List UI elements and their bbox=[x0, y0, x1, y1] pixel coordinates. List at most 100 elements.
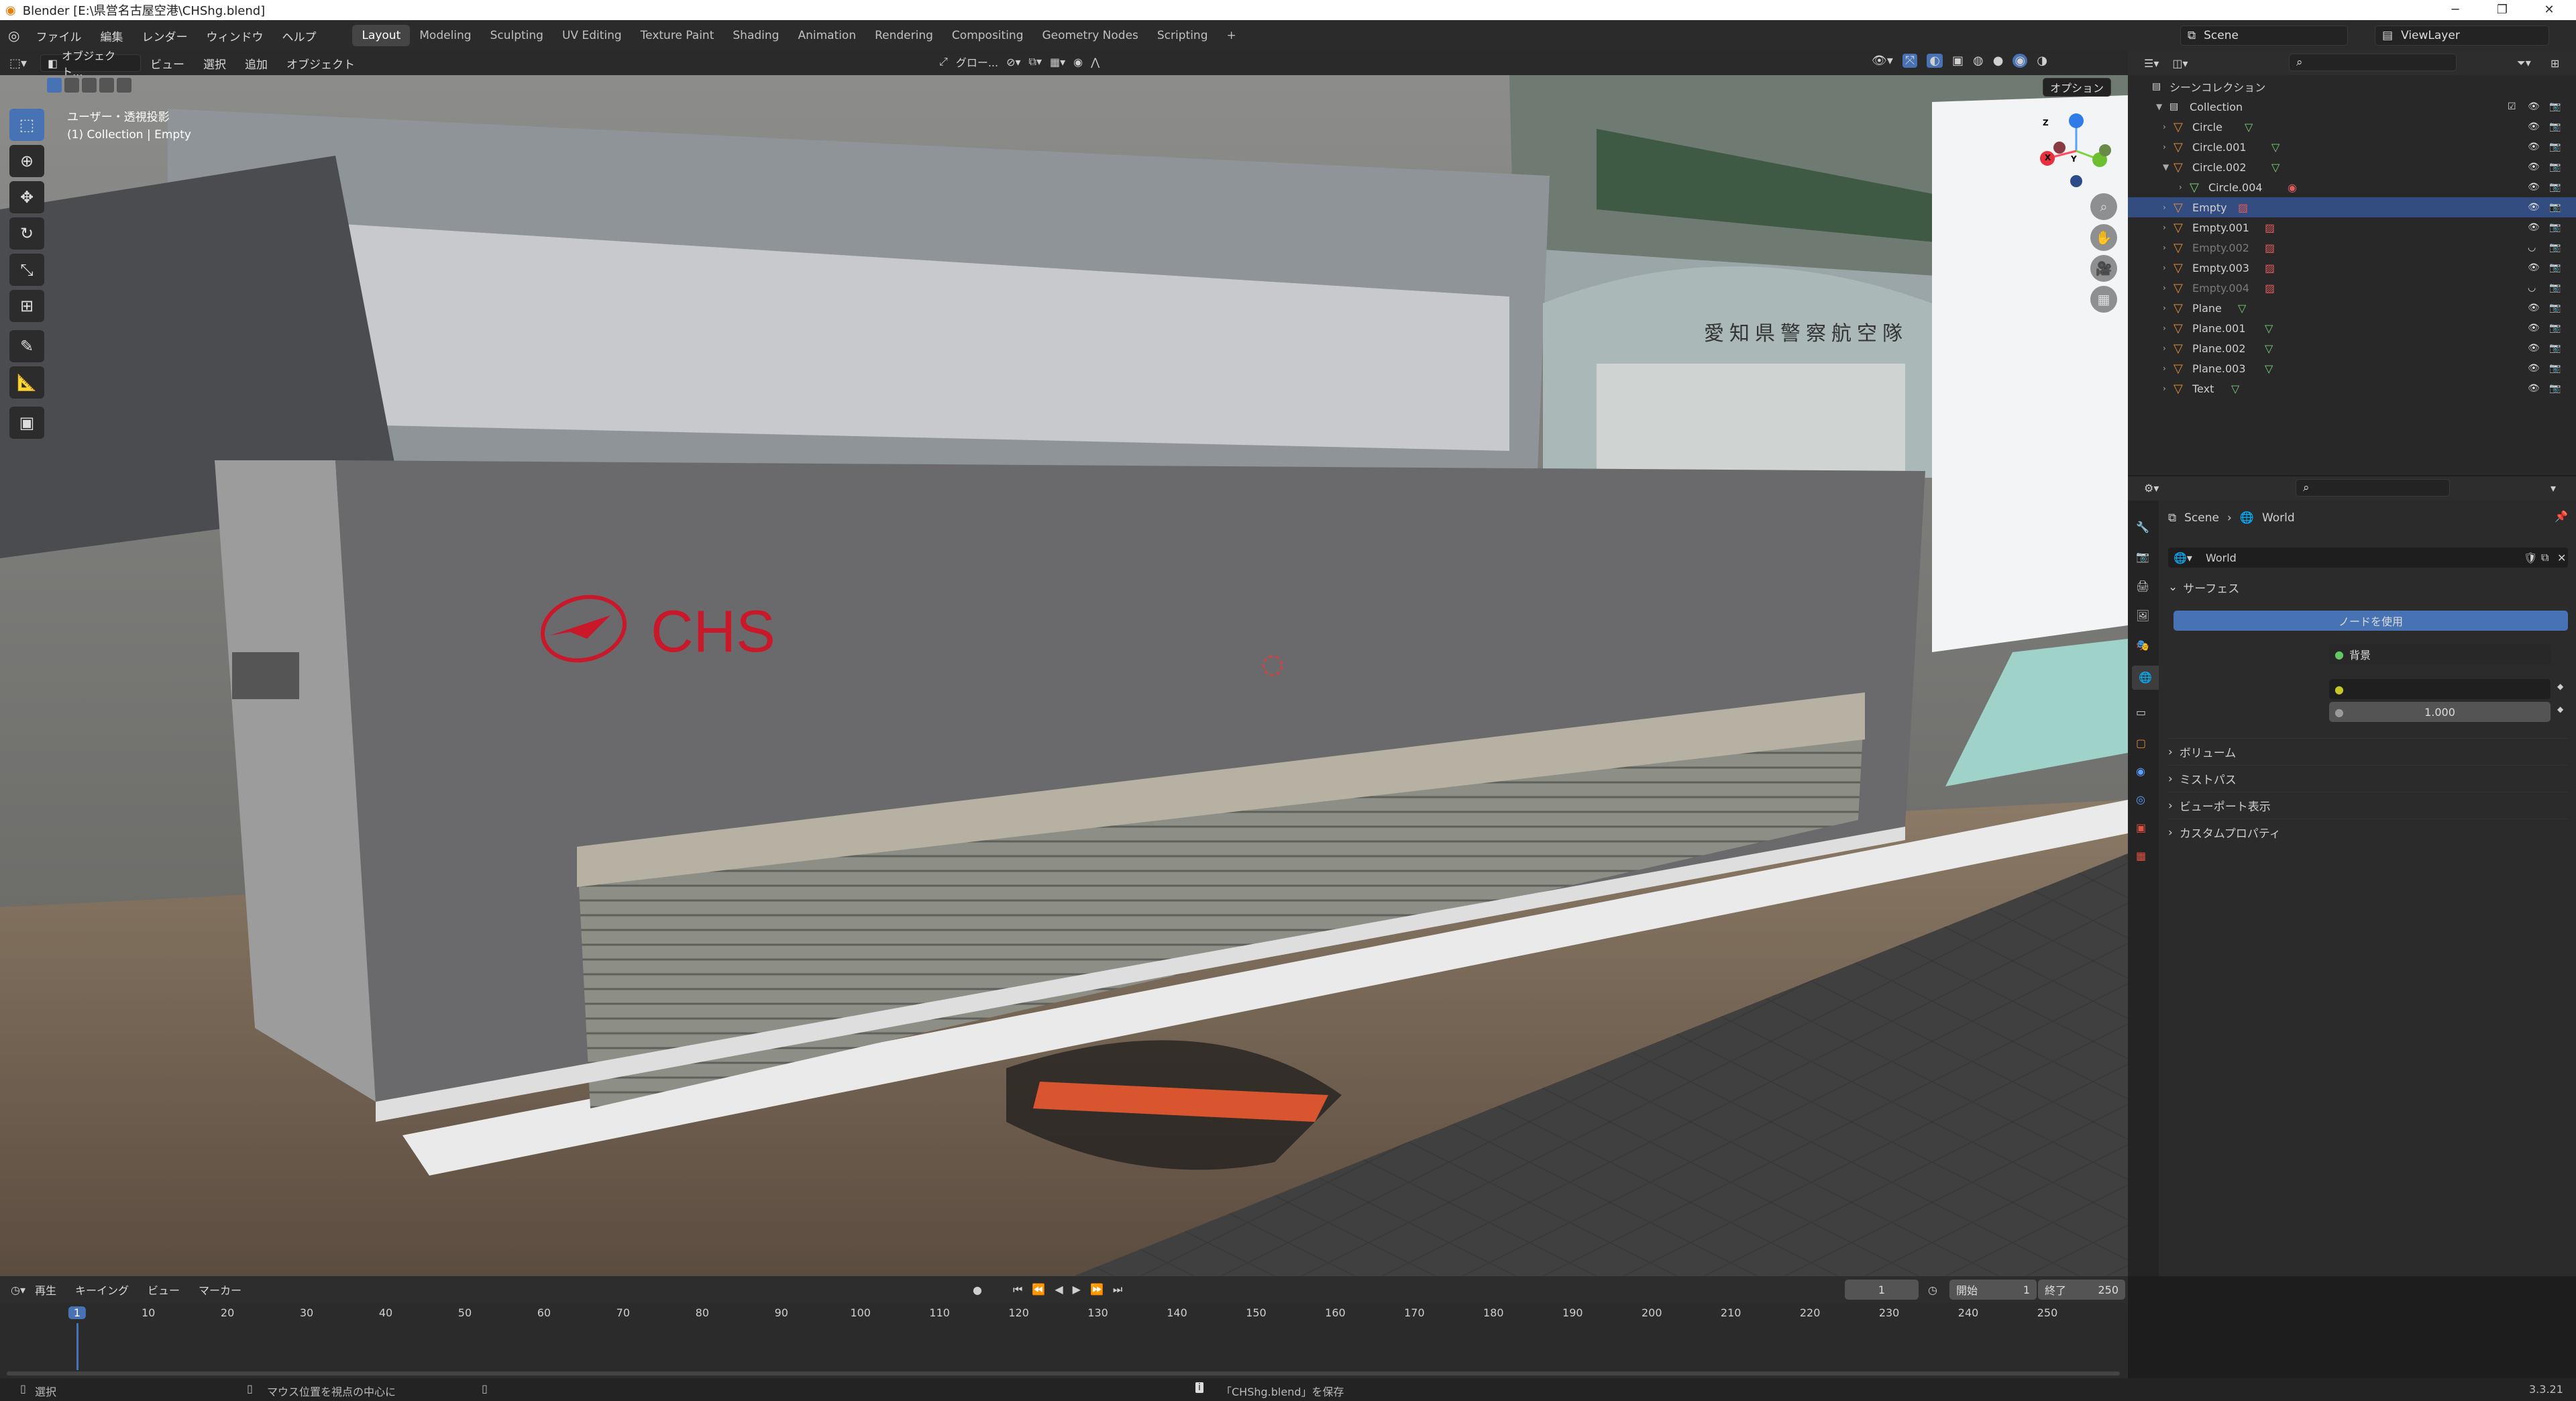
menu-playback[interactable]: 再生 bbox=[25, 1282, 66, 1298]
world-datablock-icon[interactable]: 🌐▾ bbox=[2174, 552, 2192, 564]
move-tool-icon[interactable]: ✥ bbox=[9, 181, 44, 213]
menu-marker[interactable]: マーカー bbox=[189, 1282, 251, 1298]
menu-help[interactable]: ヘルプ bbox=[272, 28, 325, 44]
unlink-icon[interactable]: ✕ bbox=[2557, 552, 2566, 564]
preview-range-icon[interactable]: ◷ bbox=[1928, 1284, 1937, 1296]
editor-type-icon[interactable]: ⬚▾ bbox=[9, 56, 27, 70]
outliner-expand-icon[interactable]: › bbox=[2163, 122, 2166, 132]
eye-icon[interactable]: 👁 bbox=[2528, 222, 2540, 233]
render-camera-icon[interactable]: 📷 bbox=[2549, 202, 2561, 213]
transform-orientation-icon[interactable]: ⤢ bbox=[939, 55, 948, 68]
render-camera-icon[interactable]: 📷 bbox=[2549, 383, 2561, 394]
rotate-tool-icon[interactable]: ↻ bbox=[9, 217, 44, 250]
new-collection-icon[interactable]: ⊞ bbox=[2551, 57, 2559, 70]
frame-ruler[interactable]: 1 10 20 30 40 50 60 70 80 90 100 110 120 130 140 150 160… bbox=[0, 1303, 2128, 1323]
tab-layout[interactable]: Layout bbox=[352, 25, 411, 46]
outliner-search[interactable]: ⌕ bbox=[2289, 54, 2457, 71]
strength-field[interactable]: ● 1.000 bbox=[2329, 702, 2551, 722]
blender-menu-icon[interactable]: ◎ bbox=[8, 28, 19, 44]
xray-icon[interactable]: ▣ bbox=[1952, 54, 1964, 68]
menu-window[interactable]: ウィンドウ bbox=[197, 28, 272, 44]
eye-icon[interactable]: 👁 bbox=[2528, 303, 2540, 313]
outliner-row[interactable]: › ▽ Empty ▨ 👁 📷 bbox=[2128, 197, 2576, 217]
scene-field[interactable]: ⧉ Scene bbox=[2180, 25, 2348, 46]
collection-expand-icon[interactable]: ▼ bbox=[2156, 102, 2162, 111]
end-frame-field[interactable]: 終了 250 bbox=[2038, 1280, 2125, 1300]
tab-compositing[interactable]: Compositing bbox=[943, 25, 1033, 46]
eye-icon[interactable]: 👁 bbox=[2528, 142, 2540, 152]
pan-hand-icon[interactable]: ✋ bbox=[2090, 224, 2117, 251]
material-shading-icon[interactable]: ◉ bbox=[2012, 54, 2028, 68]
play-icon[interactable]: ▶ bbox=[1073, 1283, 1081, 1296]
snap-icon[interactable]: ⧉▾ bbox=[1029, 55, 1042, 68]
view-layer-field[interactable]: ▤ ViewLayer bbox=[2375, 25, 2549, 46]
surface-shader-field[interactable]: ● 背景 bbox=[2329, 644, 2551, 664]
outliner-expand-icon[interactable]: › bbox=[2163, 283, 2166, 293]
jump-keyframe-back-icon[interactable]: ⏪ bbox=[1032, 1283, 1045, 1296]
properties-editor-icon[interactable]: ⚙▾ bbox=[2144, 482, 2159, 495]
select-new-icon[interactable] bbox=[47, 78, 62, 93]
tool-tab-icon[interactable]: 🔧 bbox=[2136, 521, 2149, 533]
eye-icon[interactable]: 👁 bbox=[2528, 182, 2540, 193]
render-tab-icon[interactable]: 📷 bbox=[2136, 550, 2149, 563]
outliner-row[interactable]: › ▽ Plane ▽ 👁 📷 bbox=[2128, 298, 2576, 318]
falloff-icon[interactable]: ⋀ bbox=[1091, 56, 1099, 68]
close-icon[interactable]: ✕ bbox=[2529, 0, 2569, 20]
select-invert-icon[interactable] bbox=[99, 78, 114, 93]
record-icon[interactable]: ● bbox=[973, 1284, 982, 1296]
tab-scripting[interactable]: Scripting bbox=[1148, 25, 1218, 46]
render-camera-icon[interactable]: 📷 bbox=[2549, 222, 2561, 233]
overlay-toggle-icon[interactable]: ◐ bbox=[1927, 54, 1943, 68]
current-frame-field[interactable]: 1 bbox=[1845, 1280, 1919, 1300]
jump-start-icon[interactable]: ⏮ bbox=[1013, 1283, 1022, 1296]
render-camera-icon[interactable]: 📷 bbox=[2549, 242, 2561, 253]
outliner-expand-icon[interactable]: › bbox=[2163, 384, 2166, 393]
render-camera-icon[interactable]: 📷 bbox=[2549, 323, 2561, 333]
outliner-row[interactable]: › ▽ Circle.001 ▽ 👁 📷 bbox=[2128, 137, 2576, 157]
outliner-expand-icon[interactable]: › bbox=[2163, 344, 2166, 353]
fake-user-icon[interactable]: 🛡 bbox=[2524, 552, 2537, 564]
menu-keying[interactable]: キーイング bbox=[66, 1282, 138, 1298]
add-workspace-icon[interactable]: + bbox=[1218, 25, 1246, 46]
jump-end-icon[interactable]: ⏭ bbox=[1113, 1283, 1122, 1296]
timeline-scrollbar[interactable] bbox=[7, 1371, 2120, 1376]
menu-select[interactable]: 選択 bbox=[194, 55, 235, 72]
panel-mist-pass[interactable]: › ミストパス bbox=[2168, 765, 2568, 792]
eye-icon[interactable]: 👁 bbox=[2528, 162, 2540, 172]
render-camera-icon[interactable]: 📷 bbox=[2549, 101, 2561, 112]
render-camera-icon[interactable]: 📷 bbox=[2549, 262, 2561, 273]
eye-icon[interactable]: 👁 bbox=[2528, 383, 2540, 394]
render-camera-icon[interactable]: 📷 bbox=[2549, 121, 2561, 132]
rendered-shading-icon[interactable]: ◑ bbox=[2037, 54, 2047, 68]
render-camera-icon[interactable]: 📷 bbox=[2549, 162, 2561, 172]
outliner-expand-icon[interactable]: › bbox=[2163, 203, 2166, 212]
duplicate-icon[interactable]: ⧉ bbox=[2541, 551, 2548, 564]
menu-view[interactable]: ビュー bbox=[141, 55, 194, 72]
panel-custom-properties[interactable]: › カスタムプロパティ bbox=[2168, 819, 2568, 845]
filter-icon[interactable]: ⏷▾ bbox=[2517, 56, 2531, 70]
pin-icon[interactable]: 📌 bbox=[2555, 510, 2568, 523]
eye-icon[interactable]: 👁 bbox=[2528, 121, 2540, 132]
menu-timeline-view[interactable]: ビュー bbox=[138, 1282, 189, 1298]
eye-icon[interactable]: 👁 bbox=[2528, 202, 2540, 213]
outliner-expand-icon[interactable]: › bbox=[2163, 223, 2166, 232]
render-camera-icon[interactable]: 📷 bbox=[2549, 282, 2561, 293]
outliner-row[interactable]: › ▽ Circle.004 ◉ 👁 📷 bbox=[2128, 177, 2576, 197]
constraints-tab-icon[interactable]: ◎ bbox=[2136, 793, 2145, 806]
color-field[interactable]: ● bbox=[2329, 679, 2551, 699]
outliner-row[interactable]: › ▽ Empty.004 ▨ ◡ 📷 bbox=[2128, 278, 2576, 298]
maximize-icon[interactable]: ❐ bbox=[2482, 0, 2522, 20]
gizmo-z-axis[interactable] bbox=[2069, 113, 2084, 128]
menu-render[interactable]: レンダー bbox=[132, 28, 197, 44]
jump-keyframe-forward-icon[interactable]: ⏩ bbox=[1090, 1283, 1104, 1296]
wireframe-shading-icon[interactable]: ◍ bbox=[1973, 54, 1984, 68]
outliner-row[interactable]: ▼ ▽ Circle.002 ▽ 👁 📷 bbox=[2128, 157, 2576, 177]
outliner-expand-icon[interactable]: ▼ bbox=[2163, 162, 2169, 172]
menu-add[interactable]: 追加 bbox=[235, 55, 277, 72]
menu-edit[interactable]: 編集 bbox=[91, 28, 132, 44]
collection-tab-icon[interactable]: ▭ bbox=[2136, 706, 2146, 719]
surface-panel-header[interactable]: ⌄ サーフェス bbox=[2168, 577, 2568, 597]
collection-row[interactable]: ▼ ▤ Collection ☑ 👁 📷 bbox=[2128, 97, 2576, 117]
physics-tab-icon[interactable]: ◉ bbox=[2136, 765, 2145, 778]
tab-sculpting[interactable]: Sculpting bbox=[481, 25, 553, 46]
